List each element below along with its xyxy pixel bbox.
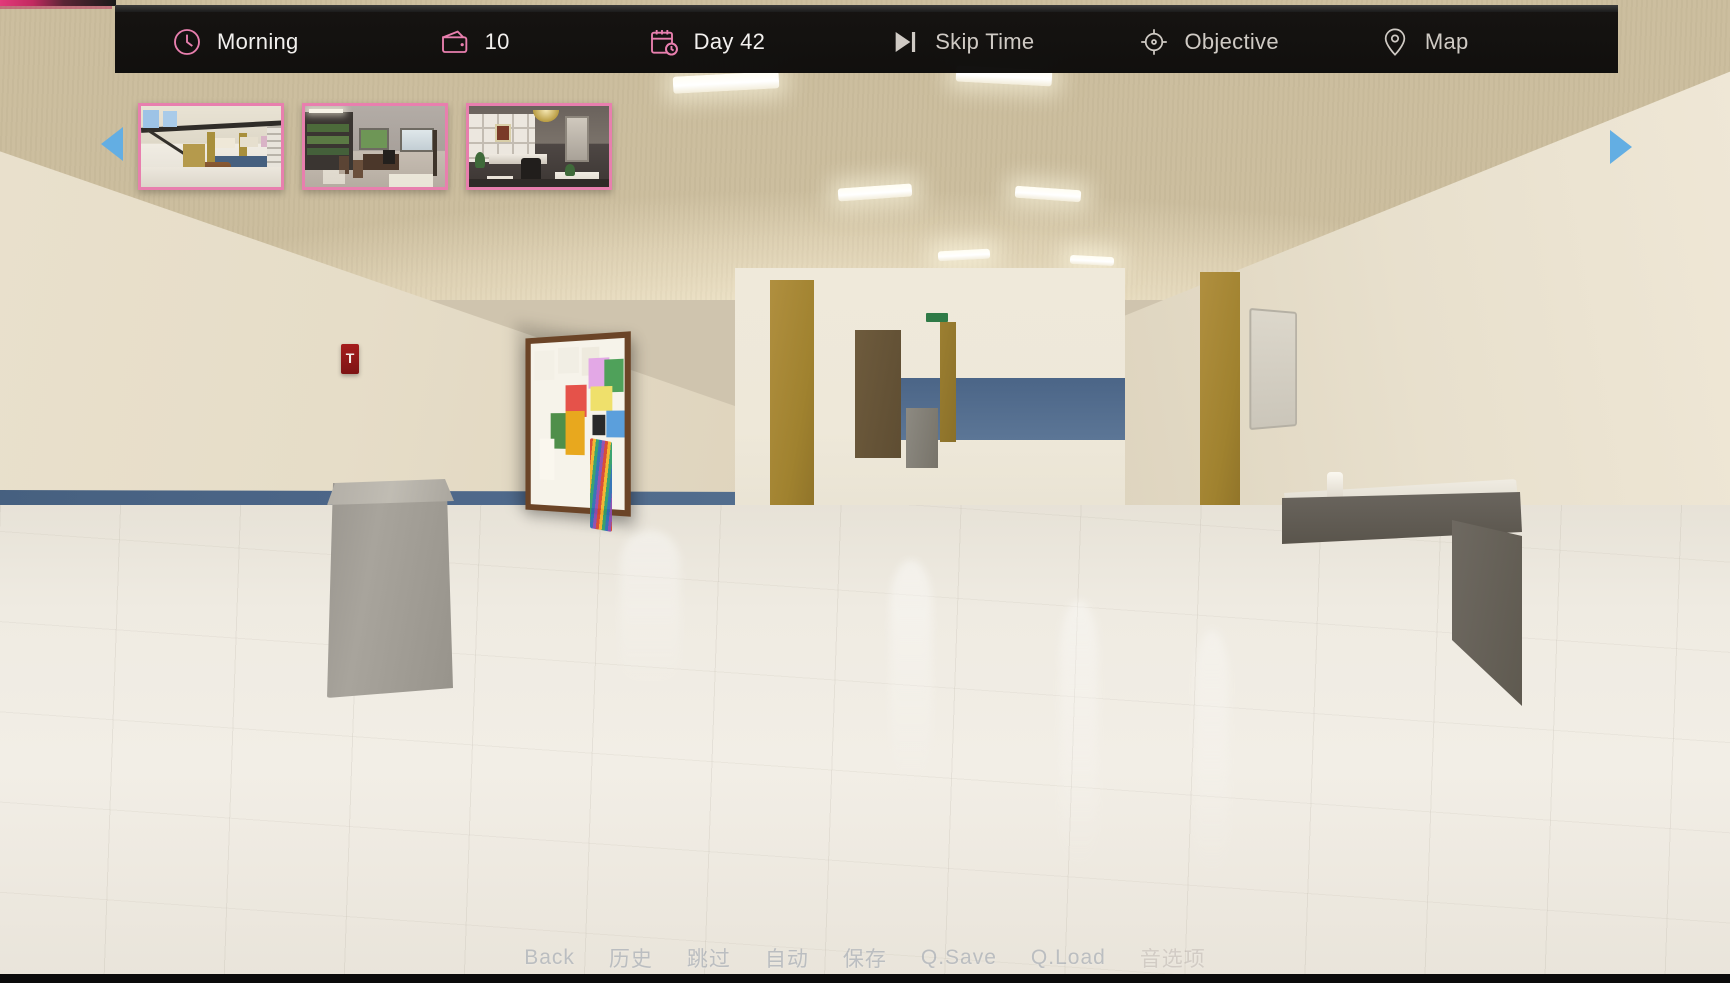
poster — [606, 410, 625, 438]
clock-icon — [171, 26, 203, 58]
menu-item-save[interactable]: 保存 — [843, 943, 887, 973]
thumb-floor-lamp — [433, 130, 437, 176]
thumb-notice — [215, 138, 235, 148]
hud-map-button[interactable]: Map — [1373, 11, 1475, 73]
floor-reflection — [620, 530, 680, 690]
hud-money[interactable]: 10 — [433, 11, 516, 73]
menu-item-quick-save[interactable]: Q.Save — [921, 946, 997, 970]
carousel-next-arrow[interactable] — [1610, 130, 1632, 164]
floor-reflection — [1060, 600, 1098, 870]
location-carousel — [138, 103, 612, 190]
day-counter: Day 42 — [693, 29, 766, 54]
hud-top-bar: Morning 10 Day 42 Skip Time Objective Ma… — [115, 5, 1618, 73]
thumb-bookshelf — [307, 148, 349, 155]
objective-label: Objective — [1184, 29, 1279, 54]
poster — [565, 410, 585, 456]
thumb-door — [565, 116, 589, 162]
thumb-bookshelf — [307, 124, 349, 132]
crosshair-target-icon — [1138, 26, 1170, 58]
poster — [539, 438, 555, 481]
thumb-wall-panel — [143, 110, 159, 128]
trash-can — [327, 483, 453, 698]
thumb-floor — [141, 167, 281, 187]
corridor-door — [855, 330, 901, 458]
menu-item-back[interactable]: Back — [524, 946, 575, 970]
thumb-bookshelf — [307, 136, 349, 144]
fire-alarm-pull-station — [341, 344, 359, 374]
hud-objective-button[interactable]: Objective — [1132, 11, 1284, 73]
wallet-icon — [439, 26, 471, 58]
carousel-prev-arrow[interactable] — [101, 127, 123, 161]
thumb-chair — [383, 150, 395, 164]
game-screen: Morning 10 Day 42 — [0, 0, 1730, 983]
menu-item-auto[interactable]: 自动 — [765, 943, 809, 973]
menu-item-history[interactable]: 历史 — [609, 943, 653, 973]
thumb-floor — [469, 179, 609, 187]
thumb-window — [359, 128, 389, 150]
time-of-day-label: Morning — [217, 29, 299, 54]
menu-item-skip[interactable]: 跳过 — [687, 943, 731, 973]
skip-time-label: Skip Time — [935, 29, 1035, 54]
poster — [592, 414, 606, 436]
poster — [590, 385, 613, 411]
calendar-clock-icon — [648, 26, 680, 58]
poster — [558, 346, 579, 374]
thumb-wall-panel — [163, 111, 177, 127]
thumb-plant — [565, 164, 575, 176]
thumb-artwork — [495, 124, 511, 142]
skip-forward-icon — [889, 26, 921, 58]
floor-reflection — [890, 560, 932, 790]
locker-cabinet — [906, 408, 938, 468]
thumb-notice — [240, 137, 258, 147]
thumb-chair — [353, 160, 363, 178]
top-edge-accent-strip-2 — [0, 6, 112, 9]
floor-reflection — [1195, 630, 1229, 880]
hud-time-of-day[interactable]: Morning — [165, 11, 305, 73]
thumb-sunlight-patch — [389, 174, 433, 187]
location-thumbnail-school-atrium-lobby[interactable] — [138, 103, 284, 190]
thumb-plant — [475, 152, 485, 168]
location-thumbnail-study-library[interactable] — [466, 103, 612, 190]
poster — [534, 350, 555, 381]
location-pin-icon — [1379, 26, 1411, 58]
bulletin-board — [525, 331, 631, 517]
hud-day[interactable]: Day 42 — [642, 11, 772, 73]
map-label: Map — [1424, 29, 1469, 54]
hud-skip-time-button[interactable]: Skip Time — [883, 11, 1040, 73]
menu-item-audio-options[interactable]: 音选项 — [1140, 943, 1206, 973]
exit-sign — [926, 313, 948, 322]
money-amount: 10 — [484, 29, 510, 54]
bottom-letterbox-strip — [0, 974, 1730, 983]
corridor-door-frame — [940, 322, 956, 442]
thumb-window — [400, 128, 434, 152]
water-fountain-spout — [1327, 472, 1343, 498]
wall-panel — [1249, 307, 1297, 431]
location-thumbnail-office-classroom[interactable] — [302, 103, 448, 190]
thumb-ceiling-light — [309, 109, 343, 113]
decor-streamers — [590, 438, 612, 532]
menu-item-quick-load[interactable]: Q.Load — [1031, 946, 1106, 970]
thumb-sunlight-patch — [323, 170, 345, 184]
thumb-chandelier — [533, 110, 559, 122]
